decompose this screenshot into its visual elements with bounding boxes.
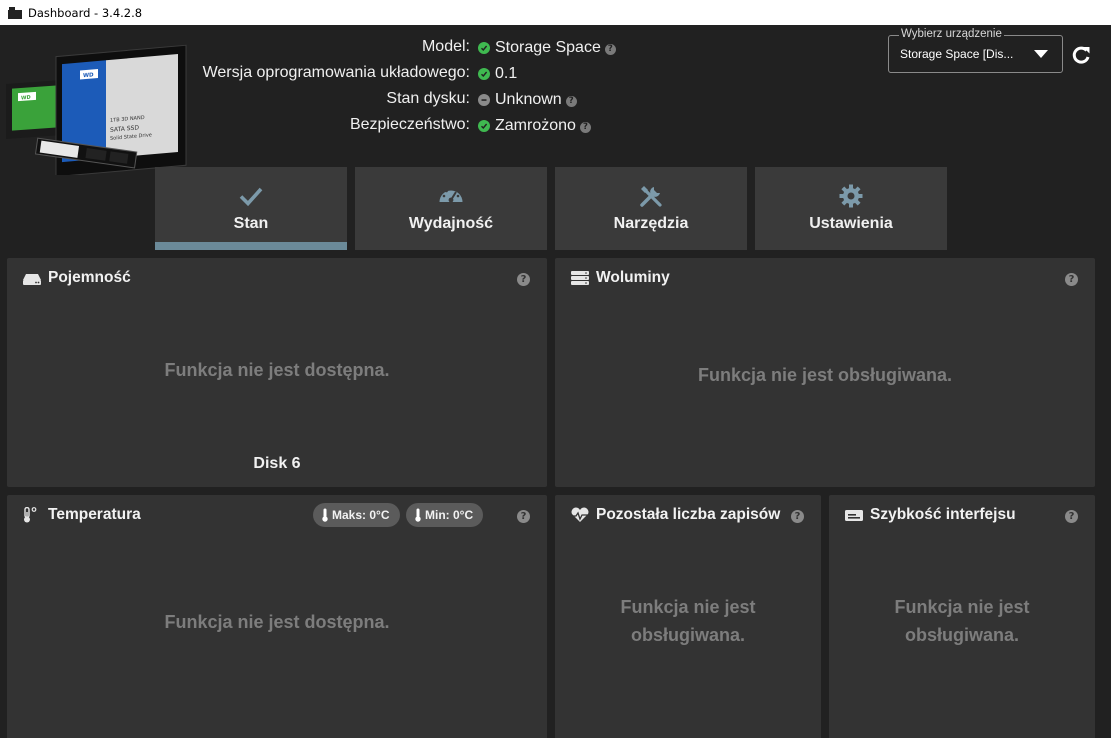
help-icon[interactable]: ? — [791, 510, 804, 523]
panel-title: Woluminy — [596, 269, 670, 286]
unsupported-message: Funkcja nie jest obsługiwana. — [697, 365, 953, 385]
unsupported-message-line2: obsługiwana. — [630, 625, 745, 645]
firmware-value: 0.1 — [478, 65, 517, 83]
help-icon[interactable]: ? — [565, 95, 577, 107]
disk-label: Disk 6 — [253, 455, 301, 472]
panel-title: Pozostała liczba zapisów — [596, 506, 781, 523]
device-select-legend: Wybierz urządzenie — [899, 28, 1004, 40]
model-value: Storage Space ? — [478, 39, 616, 57]
help-icon[interactable]: ? — [604, 43, 616, 55]
help-icon[interactable]: ? — [1065, 510, 1078, 523]
device-select-value: Storage Space [Dis... — [900, 47, 1014, 61]
temperature-panel: Temperatura Maks: 0°C Min: 0°C ? Funkcja… — [7, 495, 547, 738]
status-ok-icon — [478, 120, 490, 132]
security-label: Bezpieczeństwo: — [349, 116, 470, 133]
security-value: Zamrożono ? — [478, 117, 591, 135]
volumes-panel: Woluminy ? Funkcja nie jest obsługiwana. — [555, 258, 1095, 487]
status-ok-icon — [478, 42, 490, 54]
chevron-down-icon — [1034, 50, 1048, 58]
app-icon — [8, 6, 22, 19]
status-unknown-icon — [478, 94, 490, 106]
hard-drive-icon — [23, 274, 41, 285]
tab-label: Narzędzia — [613, 215, 689, 232]
unavailable-message: Funkcja nie jest dostępna. — [164, 360, 390, 380]
unavailable-message: Funkcja nie jest dostępna. — [164, 612, 390, 632]
help-icon[interactable]: ? — [517, 510, 530, 523]
model-row: Model: — [0, 35, 470, 59]
gear-icon — [839, 184, 863, 208]
tab-wydajnosc[interactable]: Wydajność — [355, 167, 547, 250]
panel-header: Temperatura — [22, 506, 141, 524]
thermometer-icon — [322, 508, 328, 522]
heartbeat-icon — [571, 507, 589, 522]
panel-title: Pojemność — [48, 269, 131, 286]
disk-state-label: Stan dysku: — [386, 90, 470, 107]
status-ok-icon — [478, 68, 490, 80]
panel-header: Pojemność — [22, 269, 131, 287]
tab-label: Wydajność — [408, 215, 494, 232]
tools-icon — [640, 186, 662, 207]
unsupported-message-line2: obsługiwana. — [904, 625, 1019, 645]
min-temp-badge: Min: 0°C — [406, 503, 484, 527]
help-icon[interactable]: ? — [517, 273, 530, 286]
thermometer-icon — [24, 507, 37, 523]
help-icon[interactable]: ? — [1065, 273, 1078, 286]
device-select[interactable]: Wybierz urządzenie Storage Space [Dis... — [888, 28, 1063, 73]
unsupported-message-line1: Funkcja nie jest — [894, 597, 1030, 617]
server-icon — [571, 271, 589, 285]
tab-label: Stan — [233, 215, 269, 232]
tab-stan[interactable]: Stan — [155, 167, 347, 250]
tab-label: Ustawienia — [809, 215, 893, 232]
panel-title: Temperatura — [48, 506, 141, 523]
panel-header: Szybkość interfejsu — [844, 506, 1016, 524]
tab-ustawienia[interactable]: Ustawienia — [755, 167, 947, 250]
panel-header: Pozostała liczba zapisów — [570, 506, 780, 524]
panel-header: Woluminy — [570, 269, 670, 287]
interface-card-icon — [845, 510, 863, 521]
capacity-panel: Pojemność ? Funkcja nie jest dostępna. D… — [7, 258, 547, 487]
remaining-writes-panel: Pozostała liczba zapisów ? Funkcja nie j… — [555, 495, 821, 738]
tab-narzedzia[interactable]: Narzędzia — [555, 167, 747, 250]
panel-title: Szybkość interfejsu — [870, 506, 1016, 523]
unsupported-message-line1: Funkcja nie jest — [620, 597, 756, 617]
window-title: Dashboard - 3.4.2.8 — [28, 5, 143, 20]
max-temp-badge: Maks: 0°C — [313, 503, 400, 527]
disk-state-row: Stan dysku: — [0, 87, 470, 111]
security-row: Bezpieczeństwo: — [0, 113, 470, 137]
firmware-row: Wersja oprogramowania układowego: — [0, 61, 470, 85]
help-icon[interactable]: ? — [579, 121, 591, 133]
firmware-label: Wersja oprogramowania układowego: — [202, 64, 470, 81]
window-titlebar: Dashboard - 3.4.2.8 — [0, 0, 1111, 25]
checkmark-icon — [239, 187, 263, 207]
disk-state-value: Unknown ? — [478, 91, 577, 109]
thermometer-icon — [415, 508, 421, 522]
speedometer-icon — [439, 187, 463, 203]
model-label: Model: — [421, 38, 470, 55]
refresh-icon[interactable] — [1070, 44, 1092, 66]
interface-speed-panel: Szybkość interfejsu ? Funkcja nie jest o… — [829, 495, 1095, 738]
